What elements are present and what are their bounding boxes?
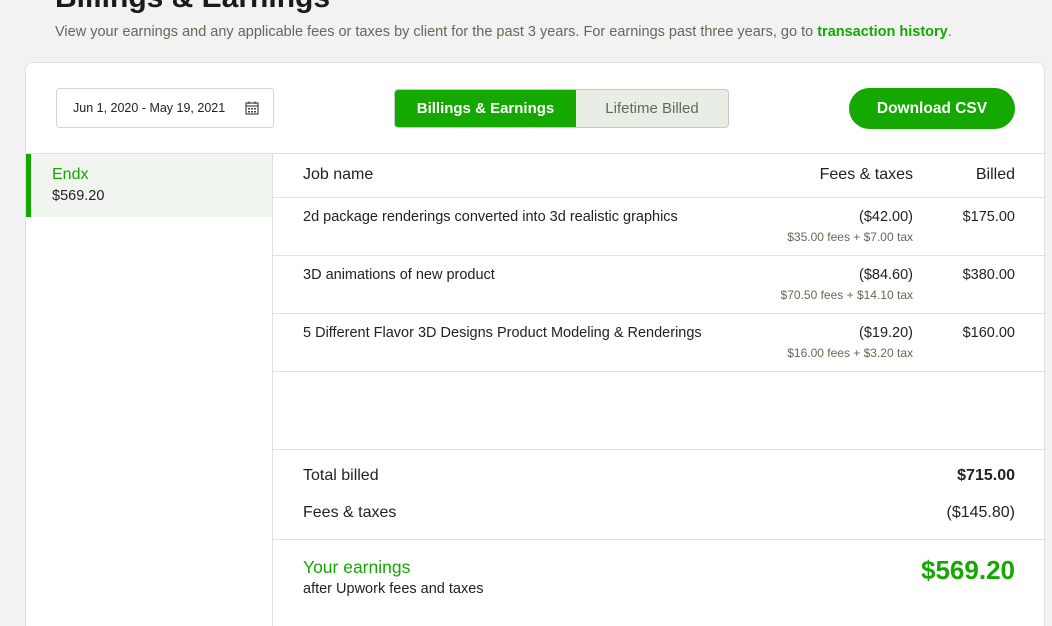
table-header: Job name Fees & taxes Billed [273, 154, 1046, 198]
table-row: 5 Different Flavor 3D Designs Product Mo… [273, 314, 1046, 372]
header-job-name: Job name [303, 166, 374, 183]
your-earnings-label: Your earnings [303, 557, 411, 577]
totals-section: Total billed $715.00 Fees & taxes ($145.… [273, 450, 1046, 540]
view-toggle: Billings & Earnings Lifetime Billed [394, 89, 729, 128]
table-row: 3D animations of new product ($84.60) $7… [273, 256, 1046, 314]
earnings-value: $569.20 [921, 555, 1015, 585]
client-amount: $569.20 [52, 188, 105, 204]
job-billed: $175.00 [962, 209, 1015, 225]
intro-text: View your earnings and any applicable fe… [55, 24, 952, 40]
download-csv-button[interactable]: Download CSV [849, 88, 1015, 129]
billing-table: Job name Fees & taxes Billed 2d package … [273, 153, 1046, 626]
table-row: 2d package renderings converted into 3d … [273, 198, 1046, 256]
client-name: Endx [52, 166, 89, 183]
job-name: 5 Different Flavor 3D Designs Product Mo… [303, 325, 702, 341]
job-fees: ($84.60) [858, 267, 913, 283]
job-fees: ($19.20) [858, 325, 913, 341]
transaction-history-link[interactable]: transaction history [817, 24, 948, 40]
client-item-endx[interactable]: Endx $569.20 [26, 154, 272, 217]
calendar-icon [245, 101, 259, 115]
total-billed-label: Total billed [303, 467, 379, 484]
total-billed-value: $715.00 [957, 467, 1015, 484]
fee-breakdown: $16.00 fees + $3.20 tax [787, 346, 913, 360]
header-billed: Billed [975, 166, 1015, 183]
page-title: Billings & Earnings [55, 0, 330, 15]
table-spacer [273, 372, 1046, 450]
intro-body: View your earnings and any applicable fe… [55, 24, 818, 40]
fee-breakdown: $70.50 fees + $14.10 tax [780, 288, 913, 302]
earnings-sublabel: after Upwork fees and taxes [303, 581, 484, 597]
fees-taxes-value: ($145.80) [946, 504, 1016, 521]
date-range-picker[interactable]: Jun 1, 2020 - May 19, 2021 [56, 88, 274, 128]
date-range-value: Jun 1, 2020 - May 19, 2021 [73, 101, 226, 115]
tab-lifetime-billed[interactable]: Lifetime Billed [576, 90, 728, 127]
header-fees-taxes: Fees & taxes [819, 166, 913, 183]
intro-end: . [947, 24, 952, 40]
job-name: 3D animations of new product [303, 267, 495, 283]
job-fees: ($42.00) [858, 209, 913, 225]
job-name: 2d package renderings converted into 3d … [303, 209, 678, 225]
earnings-section: Your earnings after Upwork fees and taxe… [273, 540, 1046, 620]
job-billed: $160.00 [962, 325, 1015, 341]
earnings-card: Jun 1, 2020 - May 19, 2021 Billings & Ea… [25, 62, 1046, 626]
fees-taxes-label: Fees & taxes [303, 504, 397, 521]
job-billed: $380.00 [962, 267, 1015, 283]
client-sidebar: Endx $569.20 [26, 153, 273, 626]
fee-breakdown: $35.00 fees + $7.00 tax [787, 230, 913, 244]
tab-billings-earnings[interactable]: Billings & Earnings [395, 90, 576, 127]
